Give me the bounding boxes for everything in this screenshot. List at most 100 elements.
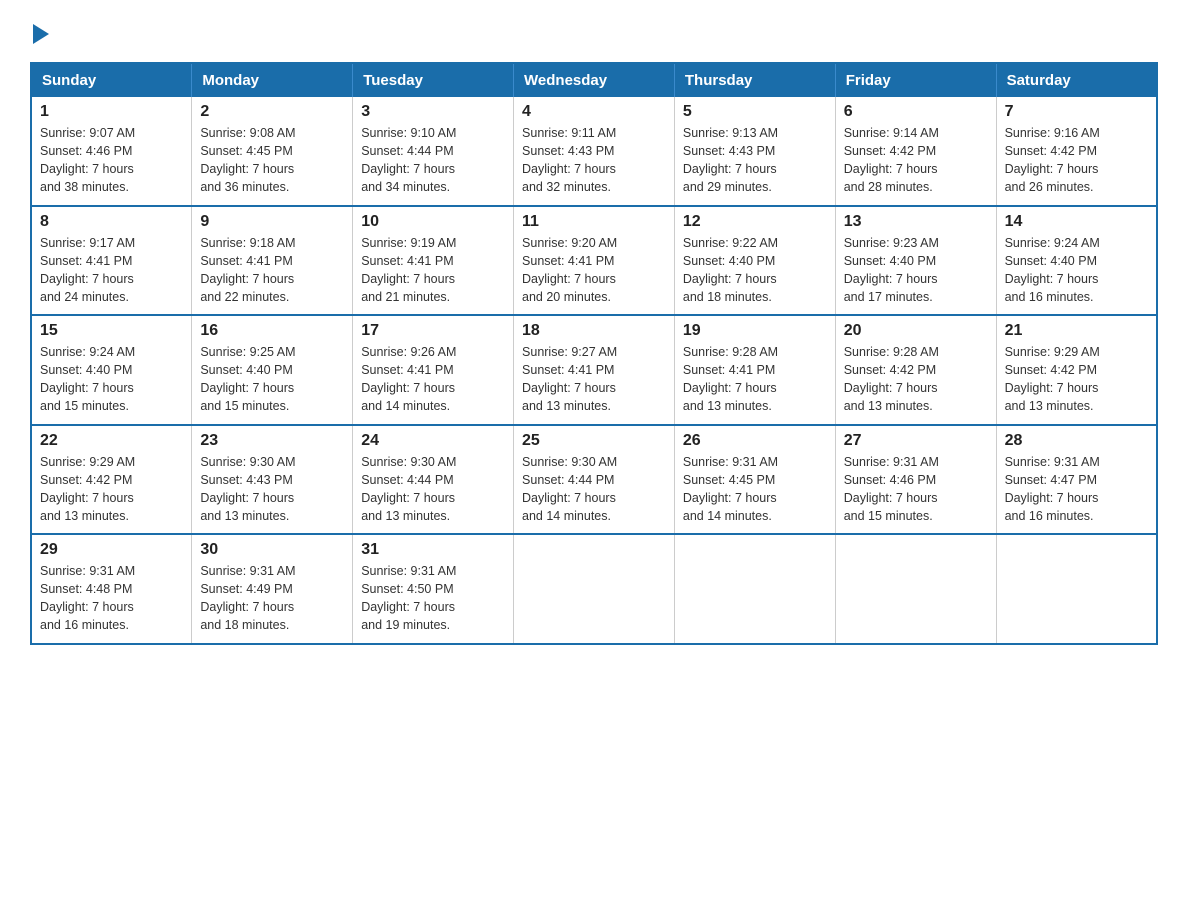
day-info: Sunrise: 9:27 AMSunset: 4:41 PMDaylight:… <box>522 343 666 416</box>
day-number: 25 <box>522 432 666 450</box>
calendar-cell: 2Sunrise: 9:08 AMSunset: 4:45 PMDaylight… <box>192 97 353 206</box>
day-info: Sunrise: 9:23 AMSunset: 4:40 PMDaylight:… <box>844 234 988 307</box>
day-number: 27 <box>844 432 988 450</box>
day-number: 1 <box>40 103 183 121</box>
day-number: 26 <box>683 432 827 450</box>
day-info: Sunrise: 9:18 AMSunset: 4:41 PMDaylight:… <box>200 234 344 307</box>
day-header-thursday: Thursday <box>674 63 835 97</box>
calendar-cell: 11 Sunrise: 9:20 AMSunset: 4:41 PMDayligh… <box>514 206 675 316</box>
day-number: 18 <box>522 322 666 340</box>
day-number: 7 <box>1005 103 1148 121</box>
day-info: Sunrise: 9:31 AMSunset: 4:50 PMDaylight:… <box>361 562 505 635</box>
day-number: 12 <box>683 213 827 231</box>
day-number: 28 <box>1005 432 1148 450</box>
day-info: Sunrise: 9:24 AMSunset: 4:40 PMDaylight:… <box>1005 234 1148 307</box>
calendar-cell <box>514 534 675 644</box>
day-number: 20 <box>844 322 988 340</box>
day-info: Sunrise: 9:24 AMSunset: 4:40 PMDaylight:… <box>40 343 183 416</box>
calendar-cell: 17 Sunrise: 9:26 AMSunset: 4:41 PMDayligh… <box>353 315 514 425</box>
calendar-cell: 13 Sunrise: 9:23 AMSunset: 4:40 PMDayligh… <box>835 206 996 316</box>
calendar-cell: 22 Sunrise: 9:29 AMSunset: 4:42 PMDayligh… <box>31 425 192 535</box>
calendar-cell: 5 Sunrise: 9:13 AMSunset: 4:43 PMDaylight… <box>674 97 835 206</box>
day-info: Sunrise: 9:25 AMSunset: 4:40 PMDaylight:… <box>200 343 344 416</box>
calendar-cell: 23 Sunrise: 9:30 AMSunset: 4:43 PMDayligh… <box>192 425 353 535</box>
day-info: Sunrise: 9:31 AMSunset: 4:47 PMDaylight:… <box>1005 453 1148 526</box>
day-info: Sunrise: 9:31 AMSunset: 4:49 PMDaylight:… <box>200 562 344 635</box>
day-number: 16 <box>200 322 344 340</box>
day-header-wednesday: Wednesday <box>514 63 675 97</box>
calendar-cell: 16 Sunrise: 9:25 AMSunset: 4:40 PMDayligh… <box>192 315 353 425</box>
calendar-cell: 9 Sunrise: 9:18 AMSunset: 4:41 PMDaylight… <box>192 206 353 316</box>
day-number: 4 <box>522 103 666 121</box>
day-info: Sunrise: 9:16 AMSunset: 4:42 PMDaylight:… <box>1005 124 1148 197</box>
calendar-cell: 27 Sunrise: 9:31 AMSunset: 4:46 PMDayligh… <box>835 425 996 535</box>
day-info: Sunrise: 9:19 AMSunset: 4:41 PMDaylight:… <box>361 234 505 307</box>
day-number: 8 <box>40 213 183 231</box>
day-info: Sunrise: 9:26 AMSunset: 4:41 PMDaylight:… <box>361 343 505 416</box>
day-number: 21 <box>1005 322 1148 340</box>
day-info: Sunrise: 9:29 AMSunset: 4:42 PMDaylight:… <box>40 453 183 526</box>
day-info: Sunrise: 9:31 AMSunset: 4:45 PMDaylight:… <box>683 453 827 526</box>
day-info: Sunrise: 9:28 AMSunset: 4:42 PMDaylight:… <box>844 343 988 416</box>
day-info: Sunrise: 9:20 AMSunset: 4:41 PMDaylight:… <box>522 234 666 307</box>
day-info: Sunrise: 9:31 AMSunset: 4:46 PMDaylight:… <box>844 453 988 526</box>
calendar-cell <box>996 534 1157 644</box>
day-number: 15 <box>40 322 183 340</box>
day-info: Sunrise: 9:30 AMSunset: 4:44 PMDaylight:… <box>522 453 666 526</box>
day-number: 5 <box>683 103 827 121</box>
day-header-tuesday: Tuesday <box>353 63 514 97</box>
day-number: 3 <box>361 103 505 121</box>
calendar-cell: 25 Sunrise: 9:30 AMSunset: 4:44 PMDayligh… <box>514 425 675 535</box>
day-info: Sunrise: 9:29 AMSunset: 4:42 PMDaylight:… <box>1005 343 1148 416</box>
calendar-cell: 19Sunrise: 9:28 AMSunset: 4:41 PMDayligh… <box>674 315 835 425</box>
day-info: Sunrise: 9:13 AMSunset: 4:43 PMDaylight:… <box>683 124 827 197</box>
calendar-cell: 7 Sunrise: 9:16 AMSunset: 4:42 PMDaylight… <box>996 97 1157 206</box>
calendar-cell: 26 Sunrise: 9:31 AMSunset: 4:45 PMDayligh… <box>674 425 835 535</box>
calendar-cell: 29 Sunrise: 9:31 AMSunset: 4:48 PMDayligh… <box>31 534 192 644</box>
day-number: 24 <box>361 432 505 450</box>
calendar-cell <box>835 534 996 644</box>
calendar-cell: 1 Sunrise: 9:07 AMSunset: 4:46 PMDaylight… <box>31 97 192 206</box>
day-info: Sunrise: 9:17 AMSunset: 4:41 PMDaylight:… <box>40 234 183 307</box>
calendar-cell: 12 Sunrise: 9:22 AMSunset: 4:40 PMDayligh… <box>674 206 835 316</box>
calendar-cell: 31 Sunrise: 9:31 AMSunset: 4:50 PMDayligh… <box>353 534 514 644</box>
day-info: Sunrise: 9:30 AMSunset: 4:44 PMDaylight:… <box>361 453 505 526</box>
calendar-cell: 15 Sunrise: 9:24 AMSunset: 4:40 PMDayligh… <box>31 315 192 425</box>
calendar-cell: 6 Sunrise: 9:14 AMSunset: 4:42 PMDaylight… <box>835 97 996 206</box>
day-info: Sunrise: 9:11 AMSunset: 4:43 PMDaylight:… <box>522 124 666 197</box>
day-info: Sunrise: 9:10 AMSunset: 4:44 PMDaylight:… <box>361 124 505 197</box>
day-info: Sunrise: 9:31 AMSunset: 4:48 PMDaylight:… <box>40 562 183 635</box>
day-number: 11 <box>522 213 666 231</box>
day-info: Sunrise: 9:08 AMSunset: 4:45 PMDaylight:… <box>200 124 344 197</box>
day-info: Sunrise: 9:07 AMSunset: 4:46 PMDaylight:… <box>40 124 183 197</box>
day-info: Sunrise: 9:30 AMSunset: 4:43 PMDaylight:… <box>200 453 344 526</box>
calendar-cell: 20 Sunrise: 9:28 AMSunset: 4:42 PMDayligh… <box>835 315 996 425</box>
calendar-cell: 28 Sunrise: 9:31 AMSunset: 4:47 PMDayligh… <box>996 425 1157 535</box>
day-info: Sunrise: 9:14 AMSunset: 4:42 PMDaylight:… <box>844 124 988 197</box>
day-number: 19 <box>683 322 827 340</box>
calendar-cell: 3 Sunrise: 9:10 AMSunset: 4:44 PMDaylight… <box>353 97 514 206</box>
day-info: Sunrise: 9:22 AMSunset: 4:40 PMDaylight:… <box>683 234 827 307</box>
logo <box>30 20 49 44</box>
calendar-cell: 18 Sunrise: 9:27 AMSunset: 4:41 PMDayligh… <box>514 315 675 425</box>
calendar-cell: 24 Sunrise: 9:30 AMSunset: 4:44 PMDayligh… <box>353 425 514 535</box>
calendar-cell: 30 Sunrise: 9:31 AMSunset: 4:49 PMDayligh… <box>192 534 353 644</box>
calendar-cell: 10Sunrise: 9:19 AMSunset: 4:41 PMDayligh… <box>353 206 514 316</box>
calendar-cell: 4 Sunrise: 9:11 AMSunset: 4:43 PMDaylight… <box>514 97 675 206</box>
day-number: 9 <box>200 213 344 231</box>
day-header-saturday: Saturday <box>996 63 1157 97</box>
day-number: 30 <box>200 541 344 559</box>
day-header-sunday: Sunday <box>31 63 192 97</box>
day-number: 29 <box>40 541 183 559</box>
day-number: 17 <box>361 322 505 340</box>
day-number: 22 <box>40 432 183 450</box>
day-number: 23 <box>200 432 344 450</box>
day-number: 31 <box>361 541 505 559</box>
header <box>30 20 1158 44</box>
calendar-cell: 8 Sunrise: 9:17 AMSunset: 4:41 PMDaylight… <box>31 206 192 316</box>
calendar-cell <box>674 534 835 644</box>
day-number: 6 <box>844 103 988 121</box>
day-header-monday: Monday <box>192 63 353 97</box>
day-number: 13 <box>844 213 988 231</box>
logo-arrow-icon <box>33 24 49 44</box>
